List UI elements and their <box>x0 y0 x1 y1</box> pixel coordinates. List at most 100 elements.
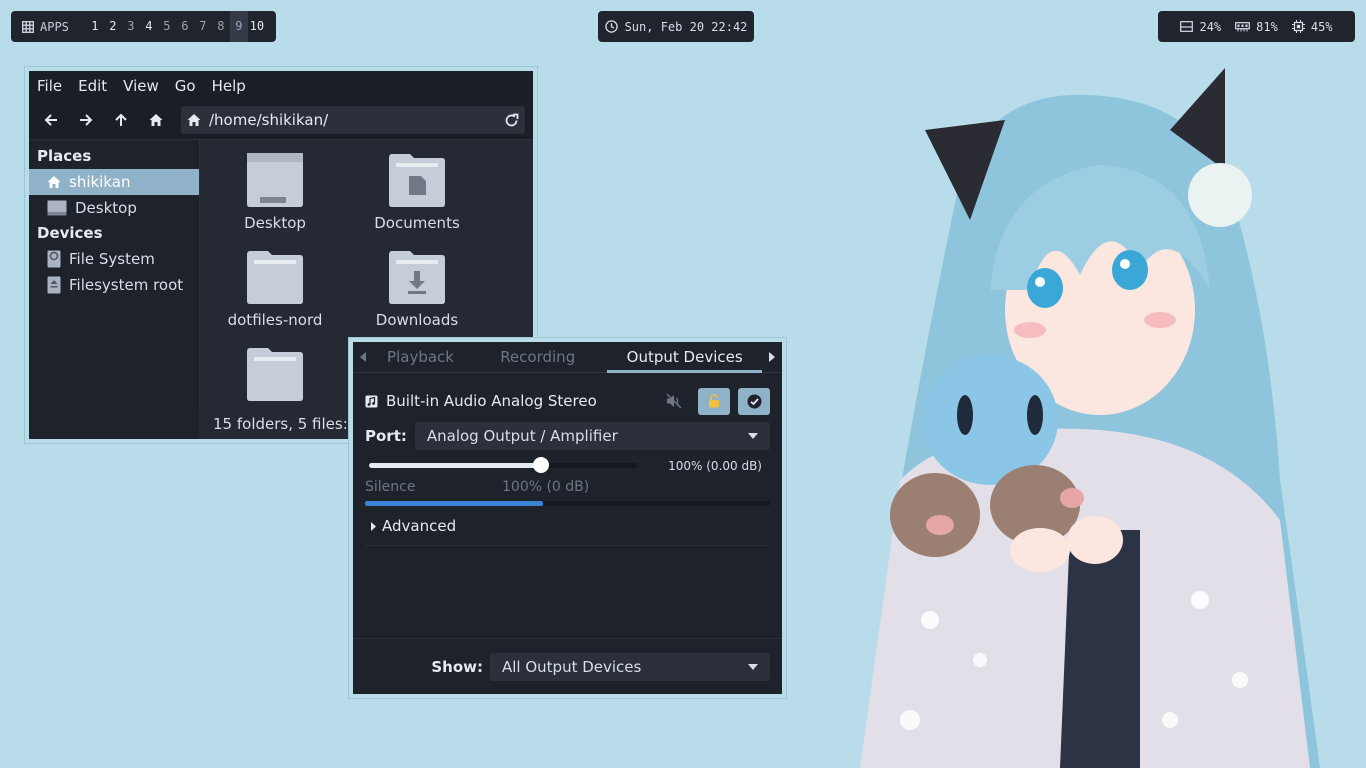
sidebar-item-desktop[interactable]: Desktop <box>29 195 199 221</box>
divider <box>365 545 770 546</box>
toolbar: /home/shikikan/ <box>29 101 533 139</box>
workspace-4[interactable]: 4 <box>140 11 158 42</box>
folder-partial[interactable] <box>205 346 345 408</box>
forward-button[interactable] <box>70 105 101 136</box>
apps-label: APPS <box>40 19 69 34</box>
folder-desktop[interactable]: Desktop <box>205 152 345 232</box>
memory-value: 81% <box>1256 19 1278 34</box>
up-button[interactable] <box>105 105 136 136</box>
folder-downloads-icon <box>389 251 445 304</box>
workspace-1[interactable]: 1 <box>86 11 104 42</box>
location-bar[interactable]: /home/shikikan/ <box>181 106 525 134</box>
devices-heading: Devices <box>37 224 103 242</box>
sidebar-item-file-system[interactable]: File System <box>29 246 199 272</box>
workspace-10[interactable]: 10 <box>248 11 266 42</box>
peak-meter-fill <box>365 501 544 506</box>
top-bar-clock: Sun, Feb 20 22:42 <box>598 11 754 42</box>
workspace-2[interactable]: 2 <box>104 11 122 42</box>
menu-bar: File Edit View Go Help <box>29 71 533 101</box>
menu-go[interactable]: Go <box>175 77 196 95</box>
menu-file[interactable]: File <box>37 77 62 95</box>
sidebar-item-filesystem-root[interactable]: Filesystem root <box>29 272 199 298</box>
mute-button[interactable] <box>658 388 690 415</box>
tab-scroll-left[interactable] <box>353 352 373 362</box>
tab-recording[interactable]: Recording <box>468 342 607 373</box>
sidebar-item-label: File System <box>69 250 155 268</box>
show-select[interactable]: All Output Devices <box>490 652 770 681</box>
disk-value: 24% <box>1199 19 1222 34</box>
workspace-7[interactable]: 7 <box>194 11 212 42</box>
show-value: All Output Devices <box>502 657 642 676</box>
triangle-right-icon <box>371 521 376 531</box>
chevron-down-icon <box>748 433 758 439</box>
apps-launcher[interactable]: APPS <box>22 20 69 34</box>
folder-icon <box>247 153 303 207</box>
volume-slider-fill <box>369 463 541 468</box>
port-label: Port: <box>365 427 407 445</box>
audio-card-icon <box>365 395 378 407</box>
tab-bar: Playback Recording Output Devices <box>353 342 782 373</box>
lock-channels-button[interactable] <box>698 387 730 415</box>
home-button[interactable] <box>140 105 171 136</box>
file-label: Documents <box>374 214 460 232</box>
folder-dotfiles-nord[interactable]: dotfiles-nord <box>205 249 345 329</box>
hard-drive-icon <box>47 250 61 268</box>
sidebar-item-label: Filesystem root <box>69 276 184 294</box>
tab-output-devices[interactable]: Output Devices <box>607 342 763 373</box>
port-select[interactable]: Analog Output / Amplifier <box>414 422 770 450</box>
file-label: dotfiles-nord <box>227 311 323 329</box>
folder-icon <box>247 251 303 304</box>
back-button[interactable] <box>35 105 66 136</box>
show-label: Show: <box>431 657 483 676</box>
disk-stat: 24% <box>1180 20 1221 34</box>
workspace-list: 1 2 3 4 5 6 7 8 9 10 <box>86 11 266 42</box>
disk-icon <box>1180 21 1194 32</box>
folder-icon <box>247 348 303 401</box>
device-name: Built-in Audio Analog Stereo <box>386 392 597 410</box>
triangle-left-icon <box>359 352 366 362</box>
file-label: Desktop <box>244 214 306 232</box>
home-icon <box>47 176 61 188</box>
tab-scroll-right[interactable] <box>762 352 782 362</box>
grid-icon <box>22 20 34 33</box>
arrow-left-icon <box>44 114 57 126</box>
home-icon <box>187 114 201 126</box>
folder-documents-icon <box>389 154 445 207</box>
chevron-down-icon <box>748 663 758 670</box>
workspace-6[interactable]: 6 <box>176 11 194 42</box>
sidebar-item-label: shikikan <box>69 173 131 191</box>
location-path: /home/shikikan/ <box>209 111 329 129</box>
workspace-8[interactable]: 8 <box>212 11 230 42</box>
menu-view[interactable]: View <box>123 77 159 95</box>
sidebar-item-home[interactable]: shikikan <box>29 169 199 195</box>
volume-slider-knob[interactable] <box>532 457 549 473</box>
folder-downloads[interactable]: Downloads <box>347 249 487 329</box>
peak-meter <box>365 501 770 506</box>
output-device: Built-in Audio Analog Stereo Port: Analo… <box>353 381 782 546</box>
workspace-9[interactable]: 9 <box>229 11 248 42</box>
workspace-3[interactable]: 3 <box>122 11 140 42</box>
memory-icon <box>1235 21 1251 31</box>
desktop-icon <box>47 200 67 216</box>
set-default-button[interactable] <box>738 387 770 415</box>
arrow-up-icon <box>114 113 127 126</box>
advanced-expander[interactable]: Advanced <box>365 515 770 537</box>
tick-100: 100% (0 dB) <box>502 479 590 495</box>
reload-icon[interactable] <box>504 113 519 128</box>
clock-icon <box>604 20 618 33</box>
menu-help[interactable]: Help <box>212 77 246 95</box>
workspace-5[interactable]: 5 <box>158 11 176 42</box>
menu-edit[interactable]: Edit <box>78 77 107 95</box>
tab-playback[interactable]: Playback <box>373 342 468 373</box>
volume-row: 100% (0.00 dB) Silence 100% (0 dB) <box>365 451 770 497</box>
clock-text: Sun, Feb 20 22:42 <box>624 19 748 34</box>
port-row: Port: Analog Output / Amplifier <box>365 421 770 451</box>
folder-documents[interactable]: Documents <box>347 152 487 232</box>
port-value: Analog Output / Amplifier <box>426 427 618 445</box>
file-label: Downloads <box>375 311 459 329</box>
cpu-icon <box>1291 20 1305 33</box>
wallpaper-illustration <box>860 68 1320 768</box>
advanced-label: Advanced <box>382 517 457 535</box>
volume-slider[interactable] <box>369 457 637 473</box>
top-bar-left: APPS 1 2 3 4 5 6 7 8 9 10 <box>11 11 276 42</box>
